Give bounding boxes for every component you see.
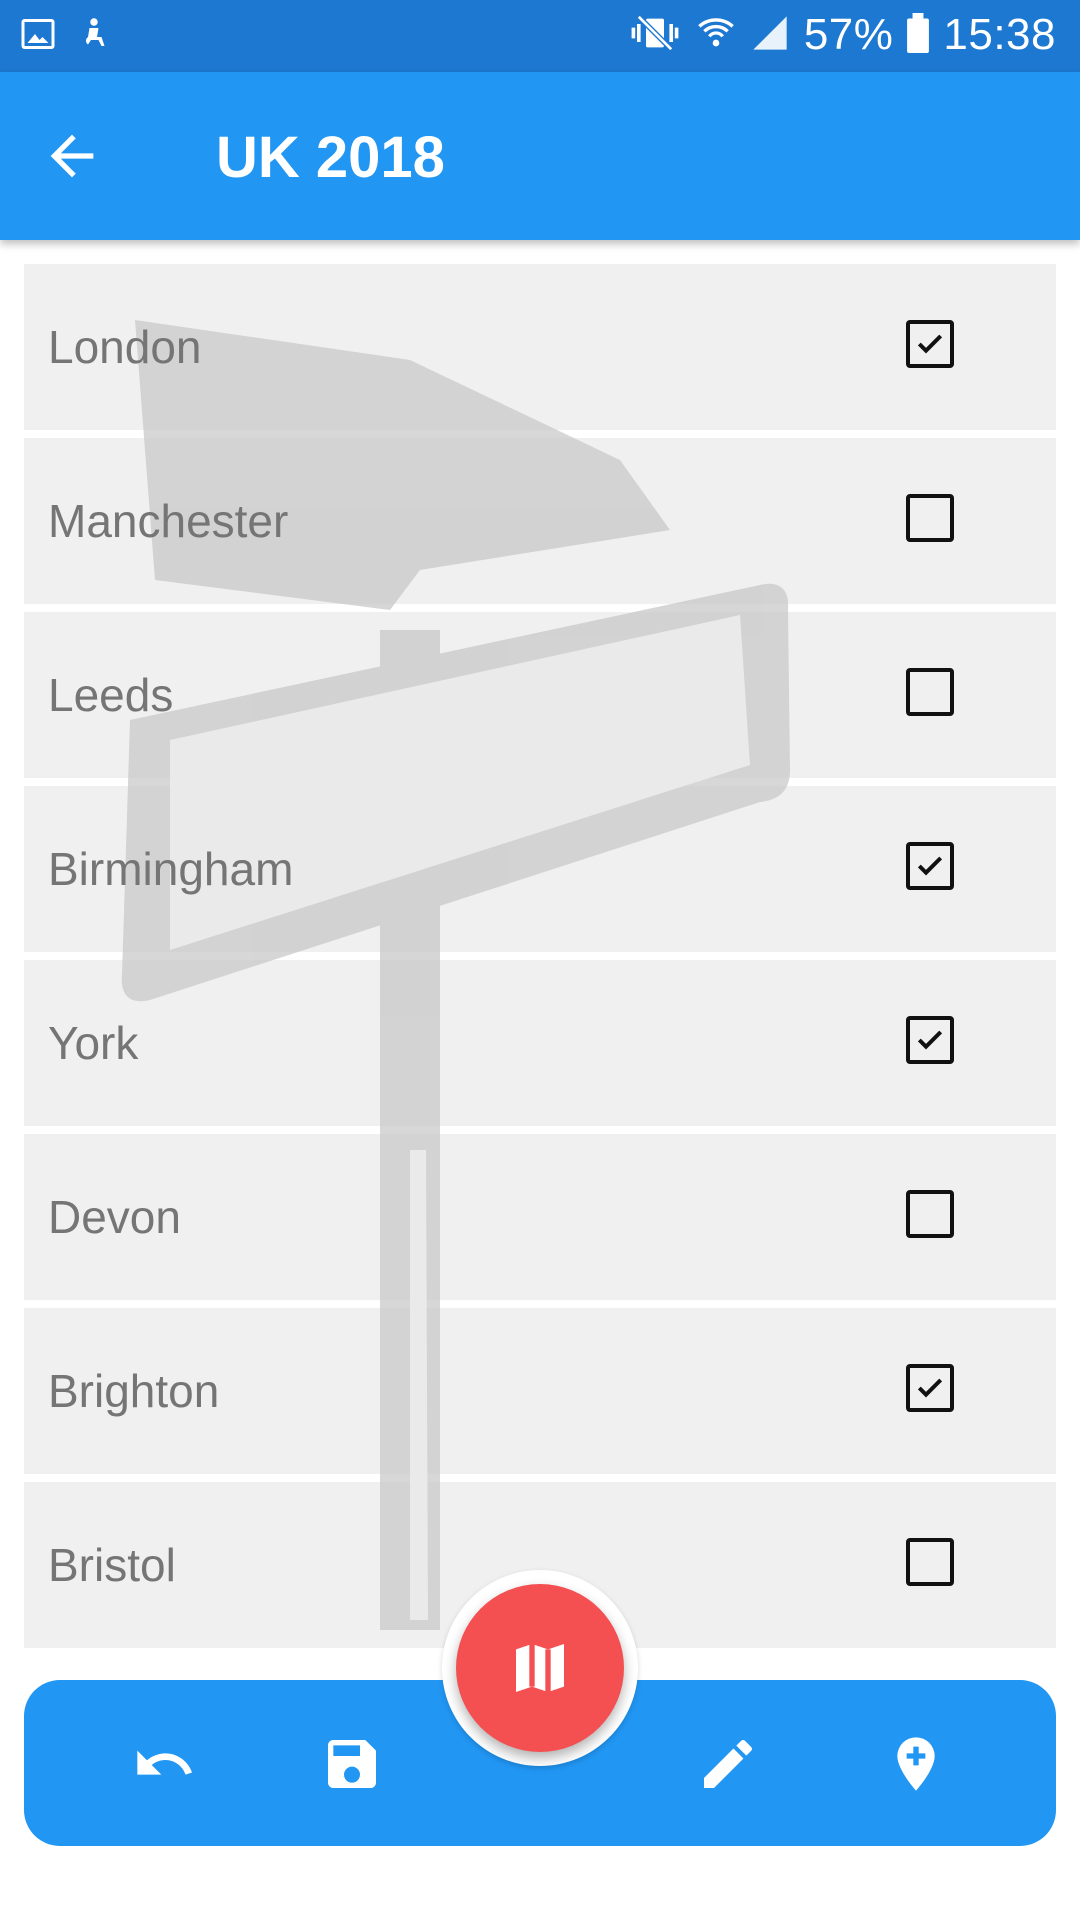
- status-bar: 57% 15:38: [0, 0, 1080, 72]
- list-item[interactable]: Manchester: [24, 438, 1056, 604]
- city-checkbox[interactable]: [906, 494, 954, 542]
- undo-button[interactable]: [132, 1732, 196, 1796]
- list-item[interactable]: London: [24, 264, 1056, 430]
- city-label: Manchester: [48, 495, 289, 547]
- app-bar: UK 2018: [0, 72, 1080, 240]
- city-label: London: [48, 321, 202, 373]
- gallery-icon: [20, 16, 56, 57]
- city-label: York: [48, 1017, 139, 1069]
- check-icon: [917, 1378, 943, 1398]
- list-item[interactable]: York: [24, 960, 1056, 1126]
- save-button[interactable]: [320, 1732, 384, 1796]
- city-label: Brighton: [48, 1365, 220, 1417]
- page-title: UK 2018: [216, 125, 445, 190]
- check-icon: [917, 1030, 943, 1050]
- city-checkbox[interactable]: [906, 1538, 954, 1586]
- check-icon: [917, 334, 943, 354]
- clock: 15:38: [943, 10, 1056, 59]
- list-item[interactable]: Birmingham: [24, 786, 1056, 952]
- city-label: Birmingham: [48, 843, 294, 895]
- edit-icon: [696, 1739, 760, 1800]
- city-checkbox[interactable]: [906, 842, 954, 890]
- wifi-icon: [696, 13, 736, 58]
- battery-percent: 57%: [803, 10, 894, 59]
- list-item[interactable]: Brighton: [24, 1308, 1056, 1474]
- signal-icon: [750, 13, 790, 58]
- back-button[interactable]: [40, 124, 110, 188]
- city-label: Devon: [48, 1191, 181, 1243]
- check-icon: [917, 856, 943, 876]
- city-checkbox[interactable]: [906, 1364, 954, 1412]
- arrow-back-icon: [40, 134, 104, 192]
- save-icon: [320, 1740, 384, 1800]
- city-list: London Manchester Leeds Birmingham York …: [24, 264, 1056, 1656]
- city-checkbox[interactable]: [906, 320, 954, 368]
- list-item[interactable]: Devon: [24, 1134, 1056, 1300]
- city-checkbox[interactable]: [906, 1190, 954, 1238]
- add-location-button[interactable]: [884, 1732, 948, 1796]
- city-checkbox[interactable]: [906, 1016, 954, 1064]
- undo-icon: [132, 1750, 196, 1800]
- vibrate-icon: [628, 13, 682, 58]
- battery-icon: [907, 12, 930, 58]
- list-item[interactable]: Leeds: [24, 612, 1056, 778]
- city-label: Bristol: [48, 1539, 176, 1591]
- city-checkbox[interactable]: [906, 668, 954, 716]
- add-location-icon: [884, 1737, 948, 1800]
- accessibility-icon: [76, 14, 112, 59]
- map-fab-button[interactable]: [456, 1584, 624, 1752]
- edit-button[interactable]: [696, 1732, 760, 1796]
- fab-container: [442, 1570, 638, 1766]
- city-label: Leeds: [48, 669, 174, 721]
